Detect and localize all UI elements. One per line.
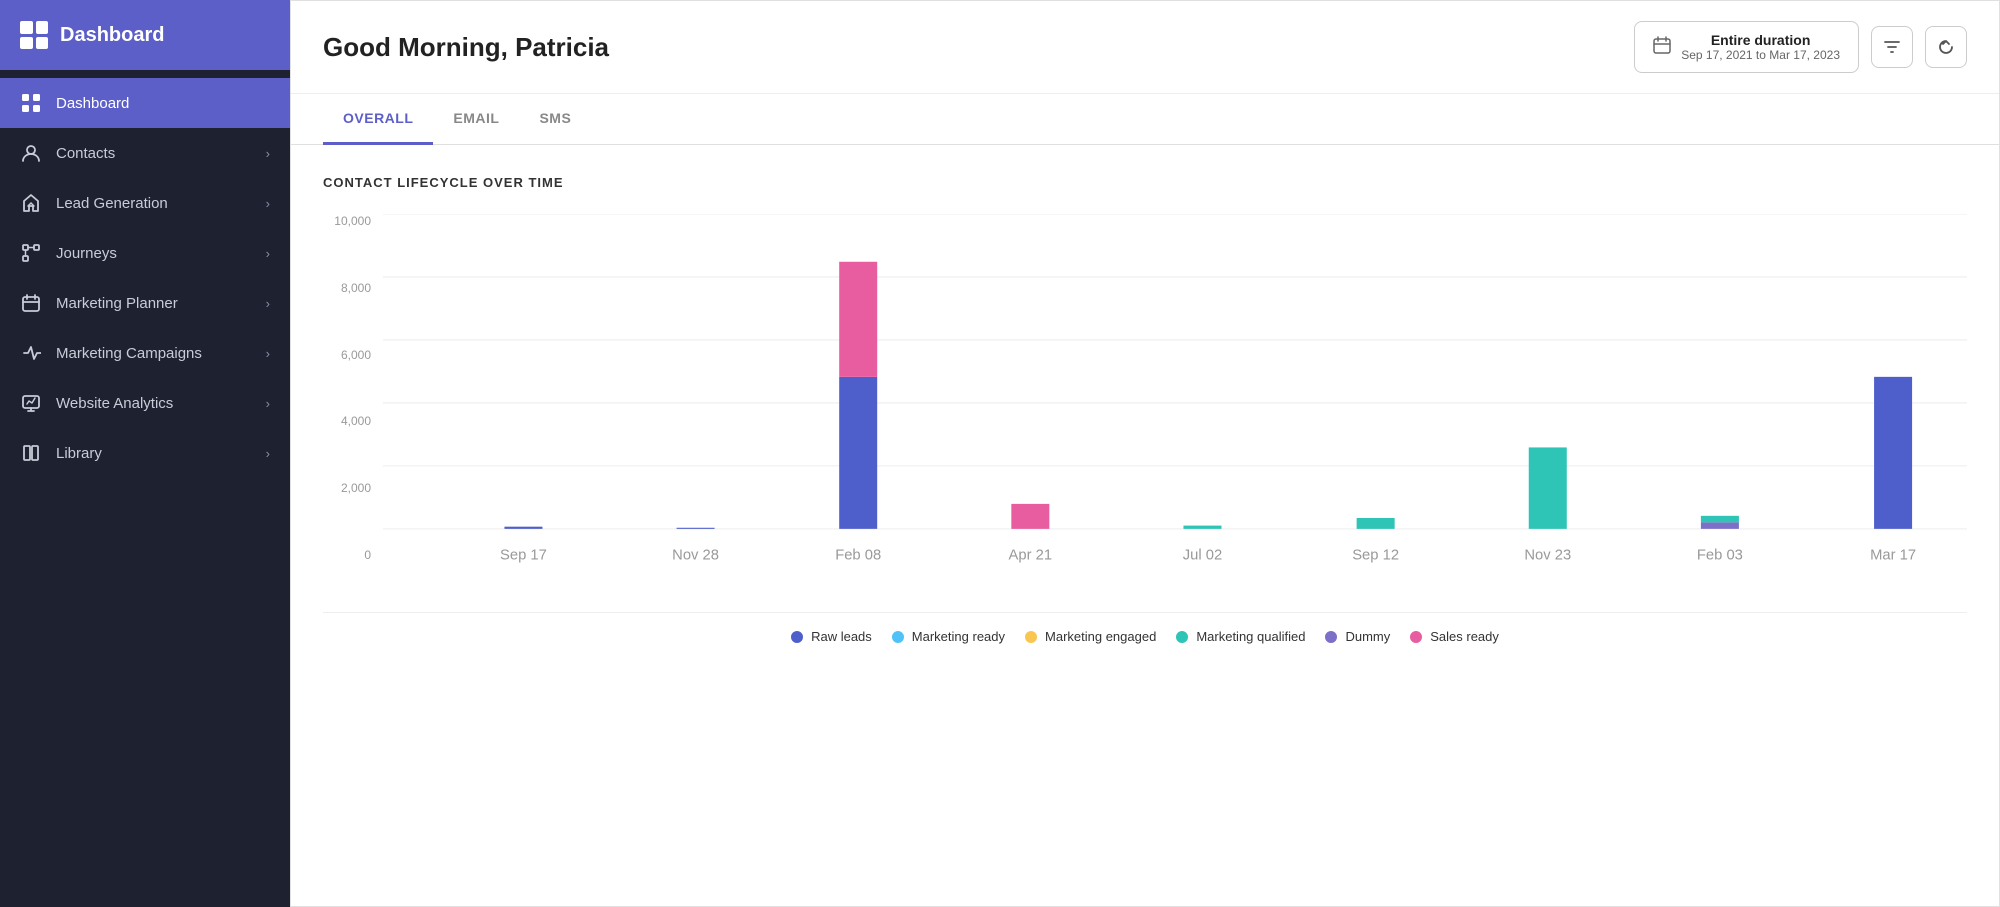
website-analytics-icon: [20, 392, 42, 414]
dummy-dot: [1325, 631, 1337, 643]
page-title: Good Morning, Patricia: [323, 32, 609, 63]
marketing-qualified-dot: [1176, 631, 1188, 643]
sidebar-logo[interactable]: Dashboard: [0, 0, 290, 70]
dashboard-icon: [20, 92, 42, 114]
svg-text:Apr 21: Apr 21: [1009, 546, 1053, 563]
library-icon: [20, 442, 42, 464]
main-tabs: OVERALL EMAIL SMS: [291, 94, 1999, 145]
sidebar-item-lead-generation[interactable]: Lead Generation ›: [0, 178, 290, 228]
svg-text:Nov 23: Nov 23: [1524, 546, 1571, 563]
sales-ready-label: Sales ready: [1430, 629, 1499, 644]
chart-svg: Sep 17 Nov 28 Feb 08 Apr 21 Jul 02 Sep 1…: [383, 214, 1967, 594]
date-range-dates: Sep 17, 2021 to Mar 17, 2023: [1681, 48, 1840, 62]
filter-button[interactable]: [1871, 26, 1913, 68]
sidebar-item-journeys[interactable]: Journeys ›: [0, 228, 290, 278]
marketing-qualified-label: Marketing qualified: [1196, 629, 1305, 644]
marketing-campaigns-icon: [20, 342, 42, 364]
sidebar-item-library-label: Library: [56, 445, 266, 462]
sidebar-item-library[interactable]: Library ›: [0, 428, 290, 478]
website-analytics-chevron: ›: [266, 396, 270, 411]
refresh-button[interactable]: [1925, 26, 1967, 68]
marketing-planner-chevron: ›: [266, 296, 270, 311]
sidebar-item-journeys-label: Journeys: [56, 245, 266, 262]
main-content: Good Morning, Patricia Entire duration S…: [290, 0, 2000, 907]
sidebar-item-marketing-campaigns[interactable]: Marketing Campaigns ›: [0, 328, 290, 378]
sidebar-nav: Dashboard Contacts › Lead Generation: [0, 70, 290, 907]
tab-email[interactable]: EMAIL: [433, 94, 519, 145]
legend-sales-ready: Sales ready: [1410, 629, 1499, 644]
lead-generation-icon: [20, 192, 42, 214]
calendar-icon: [1653, 36, 1671, 59]
dummy-label: Dummy: [1345, 629, 1390, 644]
chart-title: CONTACT LIFECYCLE OVER TIME: [323, 175, 1967, 190]
lead-generation-chevron: ›: [266, 196, 270, 211]
y-label-6000: 6,000: [341, 348, 371, 362]
raw-leads-dot: [791, 631, 803, 643]
svg-text:Feb 03: Feb 03: [1697, 546, 1743, 563]
contacts-icon: [20, 142, 42, 164]
svg-text:Feb 08: Feb 08: [835, 546, 881, 563]
sidebar-item-website-analytics-label: Website Analytics: [56, 395, 266, 412]
date-range-label: Entire duration: [1681, 32, 1840, 48]
y-label-8000: 8,000: [341, 281, 371, 295]
tab-sms[interactable]: SMS: [519, 94, 591, 145]
header-actions: Entire duration Sep 17, 2021 to Mar 17, …: [1634, 21, 1967, 73]
date-range-button[interactable]: Entire duration Sep 17, 2021 to Mar 17, …: [1634, 21, 1859, 73]
marketing-planner-icon: [20, 292, 42, 314]
raw-leads-label: Raw leads: [811, 629, 872, 644]
sidebar-item-dashboard[interactable]: Dashboard: [0, 78, 290, 128]
svg-text:Sep 17: Sep 17: [500, 546, 547, 563]
logo-icon: [20, 21, 48, 49]
sidebar: Dashboard Dashboard Conta: [0, 0, 290, 907]
legend-marketing-engaged: Marketing engaged: [1025, 629, 1156, 644]
y-label-0: 0: [364, 548, 371, 562]
journeys-chevron: ›: [266, 246, 270, 261]
legend-marketing-ready: Marketing ready: [892, 629, 1005, 644]
chart-container: CONTACT LIFECYCLE OVER TIME 10,000 8,000…: [291, 145, 1999, 906]
sidebar-item-marketing-planner[interactable]: Marketing Planner ›: [0, 278, 290, 328]
legend-marketing-qualified: Marketing qualified: [1176, 629, 1305, 644]
y-label-10000: 10,000: [334, 214, 371, 228]
sidebar-item-contacts[interactable]: Contacts ›: [0, 128, 290, 178]
main-header: Good Morning, Patricia Entire duration S…: [291, 1, 1999, 94]
svg-text:Sep 12: Sep 12: [1352, 546, 1399, 563]
chart-legend: Raw leads Marketing ready Marketing enga…: [323, 612, 1967, 660]
sidebar-item-lead-generation-label: Lead Generation: [56, 195, 266, 212]
y-axis: 10,000 8,000 6,000 4,000 2,000 0: [323, 214, 383, 594]
sidebar-item-contacts-label: Contacts: [56, 145, 266, 162]
legend-dummy: Dummy: [1325, 629, 1390, 644]
y-label-2000: 2,000: [341, 481, 371, 495]
contacts-chevron: ›: [266, 146, 270, 161]
svg-text:Mar 17: Mar 17: [1870, 546, 1916, 563]
svg-text:Jul 02: Jul 02: [1183, 546, 1222, 563]
library-chevron: ›: [266, 446, 270, 461]
legend-raw-leads: Raw leads: [791, 629, 872, 644]
svg-text:Nov 28: Nov 28: [672, 546, 719, 563]
logo-text: Dashboard: [60, 24, 164, 47]
marketing-engaged-dot: [1025, 631, 1037, 643]
date-range-info: Entire duration Sep 17, 2021 to Mar 17, …: [1681, 32, 1840, 62]
marketing-ready-dot: [892, 631, 904, 643]
tab-overall[interactable]: OVERALL: [323, 94, 433, 145]
chart-plot-area: Sep 17 Nov 28 Feb 08 Apr 21 Jul 02 Sep 1…: [383, 214, 1967, 594]
marketing-ready-label: Marketing ready: [912, 629, 1005, 644]
sidebar-item-website-analytics[interactable]: Website Analytics ›: [0, 378, 290, 428]
sidebar-item-marketing-planner-label: Marketing Planner: [56, 295, 266, 312]
marketing-engaged-label: Marketing engaged: [1045, 629, 1156, 644]
sidebar-item-dashboard-label: Dashboard: [56, 95, 270, 112]
journeys-icon: [20, 242, 42, 264]
y-label-4000: 4,000: [341, 414, 371, 428]
marketing-campaigns-chevron: ›: [266, 346, 270, 361]
sales-ready-dot: [1410, 631, 1422, 643]
sidebar-item-marketing-campaigns-label: Marketing Campaigns: [56, 345, 266, 362]
